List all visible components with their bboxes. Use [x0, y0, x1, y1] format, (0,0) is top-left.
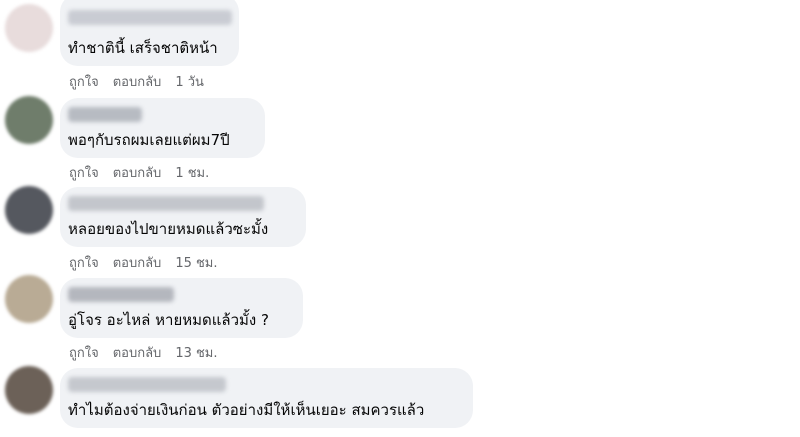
like-link[interactable]: ถูกใจ	[69, 346, 99, 362]
like-link[interactable]: ถูกใจ	[69, 166, 99, 182]
comment-bubble: พอๆกับรถผมเลยแต่ผม7ปี	[60, 98, 265, 158]
comment-actions-partial	[69, 430, 169, 437]
avatar[interactable]	[5, 366, 53, 414]
comment-timestamp[interactable]: 1 ชม.	[175, 166, 209, 182]
comment-actions: ถูกใจ ตอบกลับ 1 ชม.	[69, 166, 209, 182]
avatar[interactable]	[5, 4, 53, 52]
comment-bubble: ทำไมต้องจ่ายเงินก่อน ตัวอย่างมีให้เห็นเย…	[60, 368, 473, 428]
commenter-name[interactable]	[68, 377, 226, 392]
comment-timestamp[interactable]: 1 วัน	[175, 75, 204, 91]
avatar[interactable]	[5, 275, 53, 323]
reply-link[interactable]: ตอบกลับ	[113, 346, 162, 362]
comment-bubble: ทำชาตินี้ เสร็จชาติหน้า	[60, 0, 239, 66]
comment-timestamp[interactable]: 13 ชม.	[175, 346, 217, 362]
commenter-name[interactable]	[68, 196, 264, 211]
comment-text: พอๆกับรถผมเลยแต่ผม7ปี	[68, 131, 230, 149]
avatar[interactable]	[5, 186, 53, 234]
comment-actions: ถูกใจ ตอบกลับ 1 วัน	[69, 75, 204, 91]
avatar[interactable]	[5, 96, 53, 144]
comment-text: ทำชาตินี้ เสร็จชาติหน้า	[68, 39, 218, 57]
like-link[interactable]: ถูกใจ	[69, 75, 99, 91]
commenter-name[interactable]	[68, 10, 232, 25]
commenter-name[interactable]	[68, 287, 174, 302]
comment-bubble: หลอยของไปขายหมดแล้วซะมั้ง	[60, 187, 306, 247]
reply-link[interactable]: ตอบกลับ	[113, 75, 162, 91]
commenter-name[interactable]	[68, 107, 142, 122]
like-link[interactable]: ถูกใจ	[69, 256, 99, 272]
comment-timestamp[interactable]: 15 ชม.	[175, 256, 217, 272]
reply-link[interactable]: ตอบกลับ	[113, 166, 162, 182]
comment-text: หลอยของไปขายหมดแล้วซะมั้ง	[68, 220, 269, 238]
comment-text: ทำไมต้องจ่ายเงินก่อน ตัวอย่างมีให้เห็นเย…	[68, 401, 425, 419]
comment-actions: ถูกใจ ตอบกลับ 15 ชม.	[69, 256, 218, 272]
comment-actions: ถูกใจ ตอบกลับ 13 ชม.	[69, 346, 218, 362]
comment-bubble: อู่โจร อะไหล่ หายหมดแล้วมั้ง ?	[60, 278, 303, 338]
comment-text: อู่โจร อะไหล่ หายหมดแล้วมั้ง ?	[68, 311, 269, 329]
reply-link[interactable]: ตอบกลับ	[113, 256, 162, 272]
